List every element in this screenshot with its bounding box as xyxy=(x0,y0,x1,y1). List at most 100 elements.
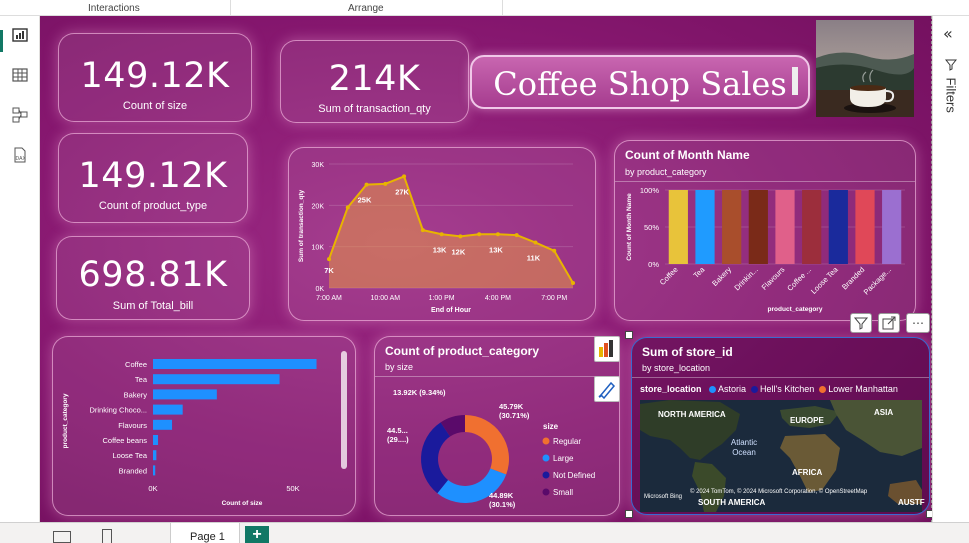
legend-label: Not Defined xyxy=(553,471,595,480)
y-tick-label: Branded xyxy=(119,466,147,475)
legend-label: Lower Manhattan xyxy=(828,384,898,394)
size-by-category-visual[interactable]: Coffee Tea Bakery Drinking Choco... Flavours… xyxy=(52,336,356,516)
legend-marker xyxy=(542,437,550,445)
legend-marker xyxy=(542,471,550,479)
visual-header: ⋯ xyxy=(850,313,931,335)
legend-item: Hell's Kitchen xyxy=(751,384,814,394)
kpi-sum-of-transaction-qty[interactable]: 214K Sum of transaction_qty xyxy=(280,40,469,123)
data-label: 44.89K xyxy=(489,491,514,500)
map-label-europe: EUROPE xyxy=(790,416,824,425)
data-point xyxy=(477,232,482,237)
y-axis-title: product_category xyxy=(62,393,69,448)
page-view-icon[interactable] xyxy=(53,531,71,543)
kpi-label: Sum of Total_bill xyxy=(112,300,194,312)
y-tick-label: Bakery xyxy=(124,390,148,399)
legend-title: store_location xyxy=(640,384,702,394)
scrollbar[interactable] xyxy=(341,351,347,469)
data-point xyxy=(364,182,369,187)
month-column-chart: 0% 50% 100% Coffee Tea Bakery Drinkin... Flavou… xyxy=(626,186,905,313)
more-options-icon[interactable]: ⋯ xyxy=(906,313,930,333)
data-point xyxy=(552,248,557,253)
bar xyxy=(722,190,742,264)
data-label-pct: (30.1%) xyxy=(489,500,516,509)
data-point xyxy=(402,174,407,179)
kpi-label: Count of size xyxy=(122,100,188,112)
store-location-map-visual[interactable]: Sum of store_id by store_location store_… xyxy=(631,337,930,515)
y-tick-label: 20K xyxy=(312,203,325,210)
x-axis-title: product_category xyxy=(768,306,823,313)
map-label-asia: ASIA xyxy=(874,408,894,417)
view-rail: DAX xyxy=(0,16,40,522)
map-label-south-america: SOUTH AMERICA xyxy=(698,498,766,507)
month-by-category-visual[interactable]: Count of Month Name by product_category … xyxy=(614,140,916,321)
resize-handle[interactable] xyxy=(625,331,633,339)
x-axis-title: End of Hour xyxy=(431,307,471,314)
map-legend: store_location Astoria Hell's Kitchen Lowe… xyxy=(640,384,898,394)
coffee-photo[interactable] xyxy=(816,20,914,117)
y-tick-label: 50% xyxy=(644,223,659,232)
analytics-brush-icon[interactable] xyxy=(594,376,620,402)
visual-title: Count of Month Name xyxy=(625,148,750,162)
focus-mode-icon[interactable] xyxy=(878,313,900,333)
legend-label: Astoria xyxy=(718,384,747,394)
transactions-by-hour-visual[interactable]: 0K 10K 20K 30K 7:00 AM 10:00 AM 1:00 PM 4:00 PM… xyxy=(288,147,596,321)
category-by-size-visual[interactable]: Count of product_category by size 45.79K… xyxy=(374,336,620,516)
ribbon-group-interactions[interactable]: Interactions xyxy=(88,3,140,14)
x-tick-label: 7:00 AM xyxy=(316,295,342,302)
x-tick-label: Flavours xyxy=(760,265,787,292)
data-point xyxy=(327,257,331,262)
kpi-sum-of-total-bill[interactable]: 698.81K Sum of Total_bill xyxy=(56,236,250,320)
expand-pane-icon[interactable]: « xyxy=(943,24,953,43)
x-tick-label: Loose Tea xyxy=(809,264,840,295)
data-label: 25K xyxy=(358,196,372,205)
kpi-count-of-product-type[interactable]: 149.12K Count of product_type xyxy=(58,133,248,223)
bar xyxy=(153,404,183,415)
data-label-pct: (29....) xyxy=(387,435,409,444)
data-point xyxy=(571,281,575,286)
dax-query-icon[interactable]: DAX xyxy=(11,146,29,164)
kpi-label: Sum of transaction_qty xyxy=(318,103,431,115)
report-view-icon[interactable] xyxy=(11,26,29,44)
transactions-line-chart: 0K 10K 20K 30K 7:00 AM 10:00 AM 1:00 PM 4:00 PM… xyxy=(298,162,575,314)
donut-slice xyxy=(465,415,509,475)
ribbon-group-arrange[interactable]: Arrange xyxy=(348,3,384,14)
filters-pane-collapsed: « Filters xyxy=(932,16,969,522)
filter-funnel-icon[interactable] xyxy=(944,56,958,75)
add-page-button[interactable]: + xyxy=(245,526,269,543)
x-tick-label: Tea xyxy=(691,264,707,280)
y-tick-label: 30K xyxy=(312,162,325,169)
model-view-icon[interactable] xyxy=(11,106,29,124)
x-tick-label: 7:00 PM xyxy=(541,295,567,302)
tab-page-1[interactable]: Page 1 xyxy=(170,523,240,543)
y-tick-label: Flavours xyxy=(118,421,147,430)
data-label: 13K xyxy=(489,245,503,254)
data-point xyxy=(458,234,463,239)
resize-handle[interactable] xyxy=(625,510,633,518)
filters-label[interactable]: Filters xyxy=(944,78,959,122)
x-tick-label: 0K xyxy=(148,484,157,493)
kpi-count-of-size[interactable]: 149.12K Count of size xyxy=(58,33,252,122)
map-label-africa: AFRICA xyxy=(792,468,823,477)
filter-icon[interactable] xyxy=(850,313,872,333)
kpi-value: 149.12K xyxy=(80,56,230,96)
paint-format-icon[interactable] xyxy=(594,336,620,362)
y-tick-label: Loose Tea xyxy=(113,451,148,460)
y-tick-label: 100% xyxy=(640,186,660,195)
legend-label: Regular xyxy=(553,437,581,446)
report-title-card[interactable]: Coffee Shop Sales xyxy=(470,55,810,109)
map-label-australia: AUSTF xyxy=(898,498,925,507)
visual-title: Count of product_category xyxy=(385,344,540,358)
bar xyxy=(668,190,688,264)
x-tick-label: Coffee xyxy=(658,265,680,287)
kpi-value: 698.81K xyxy=(78,255,228,295)
data-label-pct: (30.71%) xyxy=(499,411,530,420)
data-label: 45.79K xyxy=(499,402,524,411)
mobile-layout-icon[interactable] xyxy=(102,529,112,543)
map-label-north-america: NORTH AMERICA xyxy=(658,410,726,419)
kpi-value: 149.12K xyxy=(78,156,228,196)
bar xyxy=(153,419,173,430)
table-view-icon[interactable] xyxy=(11,66,29,84)
report-title: Coffee Shop Sales xyxy=(493,65,787,103)
legend-marker xyxy=(819,386,827,393)
category-bar-chart: Coffee Tea Bakery Drinking Choco... Flavours… xyxy=(62,359,317,507)
